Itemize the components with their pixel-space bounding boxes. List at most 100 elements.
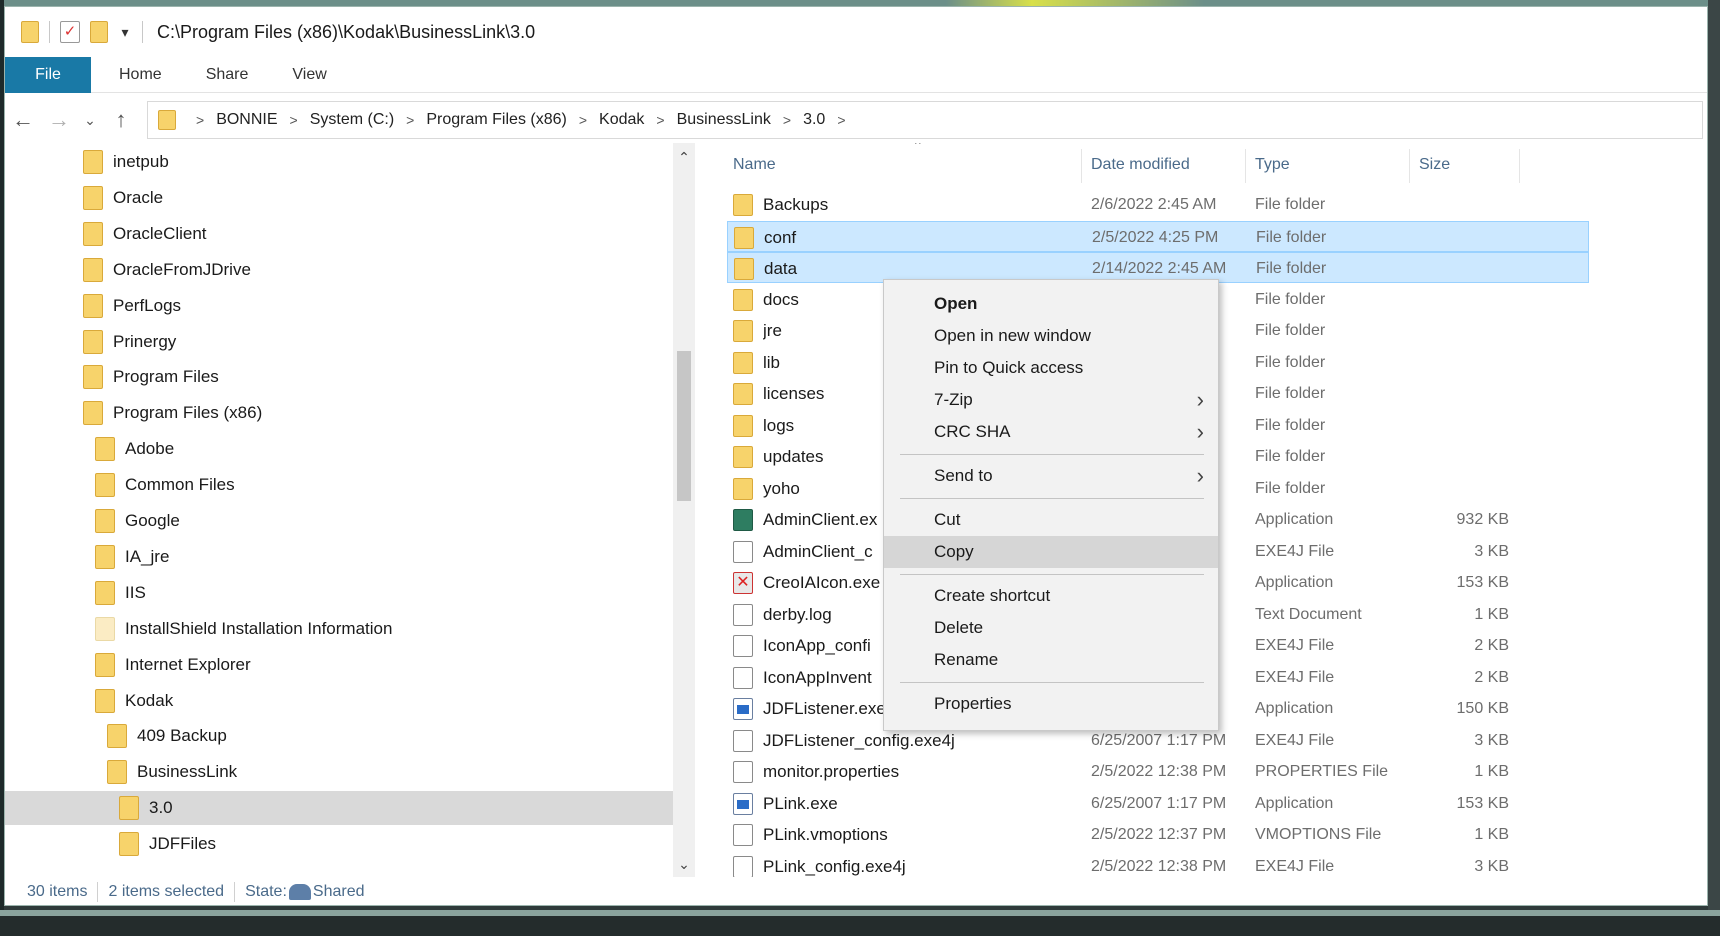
folder-icon (733, 352, 753, 374)
breadcrumb-kodak[interactable]: Kodak (599, 111, 644, 129)
file-row[interactable]: PLink.exe 6/25/2007 1:17 PM Application 153… (727, 788, 1589, 819)
tree-item[interactable]: Adobe (95, 432, 174, 466)
state-value: Shared (312, 883, 365, 900)
tree-item[interactable]: inetpub (83, 145, 169, 179)
tab-home[interactable]: Home (97, 57, 184, 93)
tree-item[interactable]: 409 Backup (107, 719, 227, 753)
scroll-up-icon[interactable]: ⌃ (673, 149, 695, 166)
menu-item-open-new-window[interactable]: Open in new window (884, 320, 1218, 352)
tree-item[interactable]: Program Files (x86) (83, 396, 262, 430)
file-size: 2 KB (1474, 669, 1509, 686)
file-name: monitor.properties (763, 762, 900, 781)
forward-arrow-icon[interactable]: → (41, 100, 77, 140)
menu-item-crc-sha[interactable]: CRC SHA › (884, 416, 1218, 448)
menu-item-rename[interactable]: Rename (884, 644, 1218, 676)
back-arrow-icon[interactable]: ← (5, 100, 41, 140)
tree-item[interactable]: 3.0 (5, 791, 673, 825)
chevron-right-icon[interactable]: > (656, 112, 664, 128)
tree-item[interactable]: Oracle (83, 181, 163, 215)
file-icon (733, 824, 753, 846)
file-icon (733, 604, 753, 626)
tab-view[interactable]: View (270, 57, 348, 93)
chevron-right-icon[interactable]: > (837, 112, 845, 128)
column-header-size[interactable]: Size (1419, 143, 1450, 187)
tree-item[interactable]: PerfLogs (83, 289, 181, 323)
tree-item[interactable]: Internet Explorer (95, 648, 251, 682)
menu-item-cut[interactable]: Cut (884, 504, 1218, 536)
tree-item[interactable]: OracleFromJDrive (83, 253, 251, 287)
navigation-pane-scrollbar[interactable]: ⌃ ⌄ (673, 143, 695, 877)
file-size: 3 KB (1474, 732, 1509, 749)
tree-item[interactable]: InstallShield Installation Information (95, 612, 392, 646)
column-divider[interactable] (1519, 149, 1520, 183)
properties-quick-access-icon[interactable]: ✓ (60, 21, 80, 43)
tree-item[interactable]: IIS (95, 576, 146, 610)
tree-item-label: IIS (125, 583, 146, 602)
file-row[interactable]: Backups 2/6/2022 2:45 AM File folder (727, 189, 1589, 220)
menu-item-copy[interactable]: Copy (884, 536, 1218, 568)
tree-item[interactable]: Google (95, 504, 180, 538)
tree-item[interactable]: Prinergy (83, 325, 176, 359)
chevron-right-icon[interactable]: > (406, 112, 414, 128)
file-type: Application (1255, 574, 1334, 591)
column-header-name[interactable]: Name (733, 143, 776, 187)
breadcrumb-businesslink[interactable]: BusinessLink (677, 111, 771, 129)
customize-quick-access-icon[interactable]: ▾ (118, 24, 132, 41)
scroll-down-icon[interactable]: ⌄ (673, 856, 695, 873)
column-header-type[interactable]: Type (1255, 143, 1290, 187)
menu-item-7zip[interactable]: 7-Zip › (884, 384, 1218, 416)
menu-item-delete[interactable]: Delete (884, 612, 1218, 644)
chevron-right-icon[interactable]: > (290, 112, 298, 128)
divider (142, 21, 143, 43)
new-folder-quick-access-icon[interactable] (90, 21, 108, 43)
divider (97, 882, 99, 902)
file-size: 3 KB (1474, 858, 1509, 875)
column-divider[interactable] (1409, 149, 1410, 183)
breadcrumb-bonnie[interactable]: BONNIE (216, 111, 277, 129)
tab-share[interactable]: Share (184, 57, 271, 93)
column-divider[interactable] (1245, 149, 1246, 183)
tree-item[interactable]: BusinessLink (107, 755, 237, 789)
up-arrow-icon[interactable]: ↑ (103, 100, 139, 140)
file-row[interactable]: PLink.vmoptions 2/5/2022 12:37 PM VMOPTION… (727, 819, 1589, 850)
column-header-date-modified[interactable]: Date modified (1091, 143, 1190, 187)
tree-item[interactable]: Kodak (95, 684, 173, 718)
folder-icon (95, 473, 115, 497)
tree-item[interactable]: IA_jre (95, 540, 169, 574)
file-type: File folder (1255, 291, 1326, 308)
breadcrumb-3-0[interactable]: 3.0 (803, 111, 825, 129)
folder-icon (95, 581, 115, 605)
chevron-right-icon[interactable]: > (196, 112, 204, 128)
scrollbar-thumb[interactable] (677, 351, 691, 501)
file-size (1420, 222, 1510, 253)
tab-file[interactable]: File (5, 56, 91, 93)
folder-icon (734, 227, 754, 249)
submenu-chevron-icon: › (1196, 463, 1204, 488)
chevron-right-icon[interactable]: > (579, 112, 587, 128)
menu-item-pin-quick-access[interactable]: Pin to Quick access (884, 352, 1218, 384)
menu-item-open[interactable]: Open (884, 288, 1218, 320)
menu-item-send-to[interactable]: Send to › (884, 460, 1218, 492)
title-bar: ✓ ▾ C:\Program Files (x86)\Kodak\Busines… (5, 7, 1707, 57)
address-bar[interactable]: > BONNIE > System (C:) > Program Files (… (147, 101, 1703, 139)
tree-item[interactable]: JDFFiles (119, 827, 216, 861)
menu-item-create-shortcut[interactable]: Create shortcut (884, 580, 1218, 612)
file-size (1419, 441, 1509, 472)
tree-item[interactable]: Program Files (83, 360, 219, 394)
file-row[interactable]: PLink_config.exe4j 2/5/2022 12:38 PM EXE4J… (727, 851, 1589, 877)
tree-item[interactable]: Common Files (95, 468, 235, 502)
tree-item-label: inetpub (113, 152, 169, 171)
folder-icon (733, 289, 753, 311)
chevron-right-icon[interactable]: > (783, 112, 791, 128)
window-title: C:\Program Files (x86)\Kodak\BusinessLin… (157, 21, 536, 42)
recent-locations-chevron-icon[interactable]: ⌄ (77, 100, 103, 140)
breadcrumb-program-files-x86[interactable]: Program Files (x86) (426, 111, 566, 129)
file-size (1419, 189, 1509, 220)
breadcrumb-system-c[interactable]: System (C:) (310, 111, 394, 129)
application-icon: ✕ (733, 572, 753, 594)
file-row[interactable]: conf 2/5/2022 4:25 PM File folder (727, 221, 1589, 252)
column-divider[interactable] (1081, 149, 1082, 183)
file-row[interactable]: monitor.properties 2/5/2022 12:38 PM PROPE… (727, 756, 1589, 787)
menu-item-properties[interactable]: Properties (884, 688, 1218, 720)
tree-item[interactable]: OracleClient (83, 217, 207, 251)
